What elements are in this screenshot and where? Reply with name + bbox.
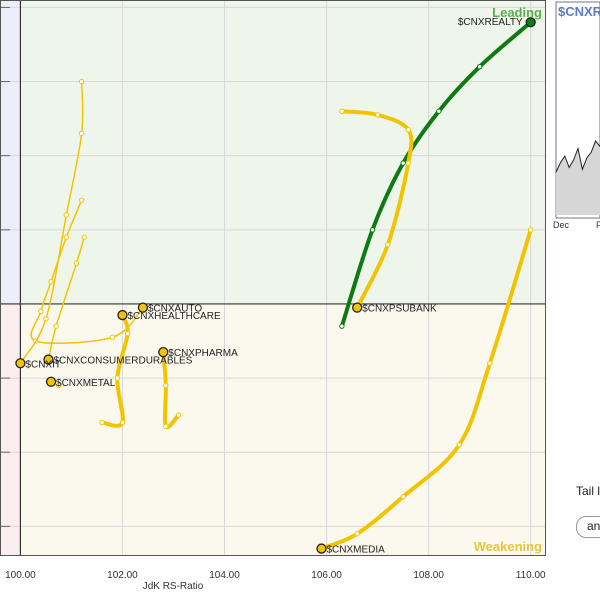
- cnxit-tail-point: [78, 78, 85, 85]
- cnxauto-tail-point: [48, 279, 54, 285]
- cnxit-label: $CNXIT: [25, 359, 61, 370]
- cnxconsumerdurables-tail-point: [73, 260, 80, 266]
- x-tick-label: 106.00: [311, 570, 342, 581]
- cnxconsumerdurables-tail-point: [81, 234, 87, 240]
- cnxpsubank-tail-point: [339, 108, 345, 114]
- mini-chart-title: $CNXRE: [558, 4, 600, 19]
- cnxit-head: [15, 358, 26, 369]
- cnxmedia-tail-point: [487, 360, 493, 366]
- cnxmetal-head: [45, 376, 57, 387]
- cnxpsubank-head: [352, 302, 363, 313]
- cnxit-tail-point: [78, 130, 85, 137]
- cnxauto-tail-point: [109, 334, 115, 341]
- cnxhealthcare-label: $CNXHEALTHCARE: [127, 311, 220, 322]
- cnxrealty-head: [525, 17, 536, 28]
- weakening-label: Weakening: [474, 539, 542, 554]
- cnxhealthcare-head: [117, 309, 128, 321]
- cnxauto-tail-point: [38, 308, 44, 315]
- cnxmedia-tail-point: [527, 227, 534, 233]
- cnxpharma-tail-point: [175, 412, 182, 418]
- x-tick-label: 102.00: [107, 570, 138, 581]
- rrg-chart: 100.00 102.00 104.00 106.00 108.00 110.00Lead…: [0, 0, 547, 592]
- cnxit-tail-point: [63, 212, 70, 218]
- cnxauto-tail-point: [63, 234, 70, 240]
- cnxpsubank-tail-point: [405, 160, 411, 166]
- cnxmedia-head: [316, 543, 327, 554]
- cnxhealthcare-tail-point: [99, 419, 105, 426]
- mini-chart-tick-dec: Dec: [553, 220, 570, 230]
- cnxhealthcare-tail-point: [124, 330, 131, 337]
- mini-chart-tick-f: F: [596, 220, 600, 230]
- cnxrealty-tail-point: [369, 227, 376, 233]
- cnxpsubank-tail-point: [405, 127, 411, 133]
- leading-quadrant: [20, 0, 547, 304]
- x-tick-label: 100.00: [5, 570, 36, 581]
- cnxmedia-tail-point: [400, 493, 406, 500]
- lagging-quadrant: [0, 303, 21, 556]
- cnxmetal-label: $CNXMETAL: [56, 378, 116, 389]
- cnxpsubank-tail-point: [374, 112, 381, 118]
- cnxpharma-tail-point: [163, 382, 169, 389]
- cnxrealty-tail-point: [476, 64, 483, 70]
- cnxconsumerdurables-label: $CNXCONSUMERDURABLES: [53, 356, 192, 367]
- cnxmedia-tail-point: [456, 442, 462, 448]
- cnxrealty-label: $CNXREALTY: [458, 17, 523, 28]
- cnxpharma-tail-point: [163, 423, 169, 429]
- cnxmedia-tail-point: [354, 531, 360, 537]
- cnxhealthcare-tail-point: [114, 375, 121, 381]
- x-tick-label: 104.00: [209, 570, 240, 581]
- mini-price-chart: [555, 1, 600, 219]
- cnxrealty-tail-point: [436, 108, 442, 114]
- x-tick-label: 108.00: [413, 570, 444, 581]
- improving-quadrant: [0, 0, 21, 304]
- cnxit-tail-point: [43, 316, 49, 322]
- cnxrealty-tail-point: [339, 323, 345, 329]
- cnxconsumerdurables-tail-point: [53, 323, 59, 329]
- cnxmedia-label: $CNXMEDIA: [326, 545, 385, 556]
- cnxhealthcare-tail-point: [119, 419, 126, 426]
- x-axis-label: JdK RS-Ratio: [143, 581, 204, 592]
- cnxpsubank-label: $CNXPSUBANK: [362, 304, 437, 315]
- cnxrealty-tail-point: [400, 160, 406, 166]
- x-tick-label: 110.00: [516, 570, 546, 581]
- animate-button[interactable]: animate: [576, 516, 600, 538]
- tail-length-label: Tail l: [576, 484, 600, 498]
- cnxpsubank-tail-point: [385, 241, 391, 248]
- cnxauto-tail-point: [78, 197, 85, 203]
